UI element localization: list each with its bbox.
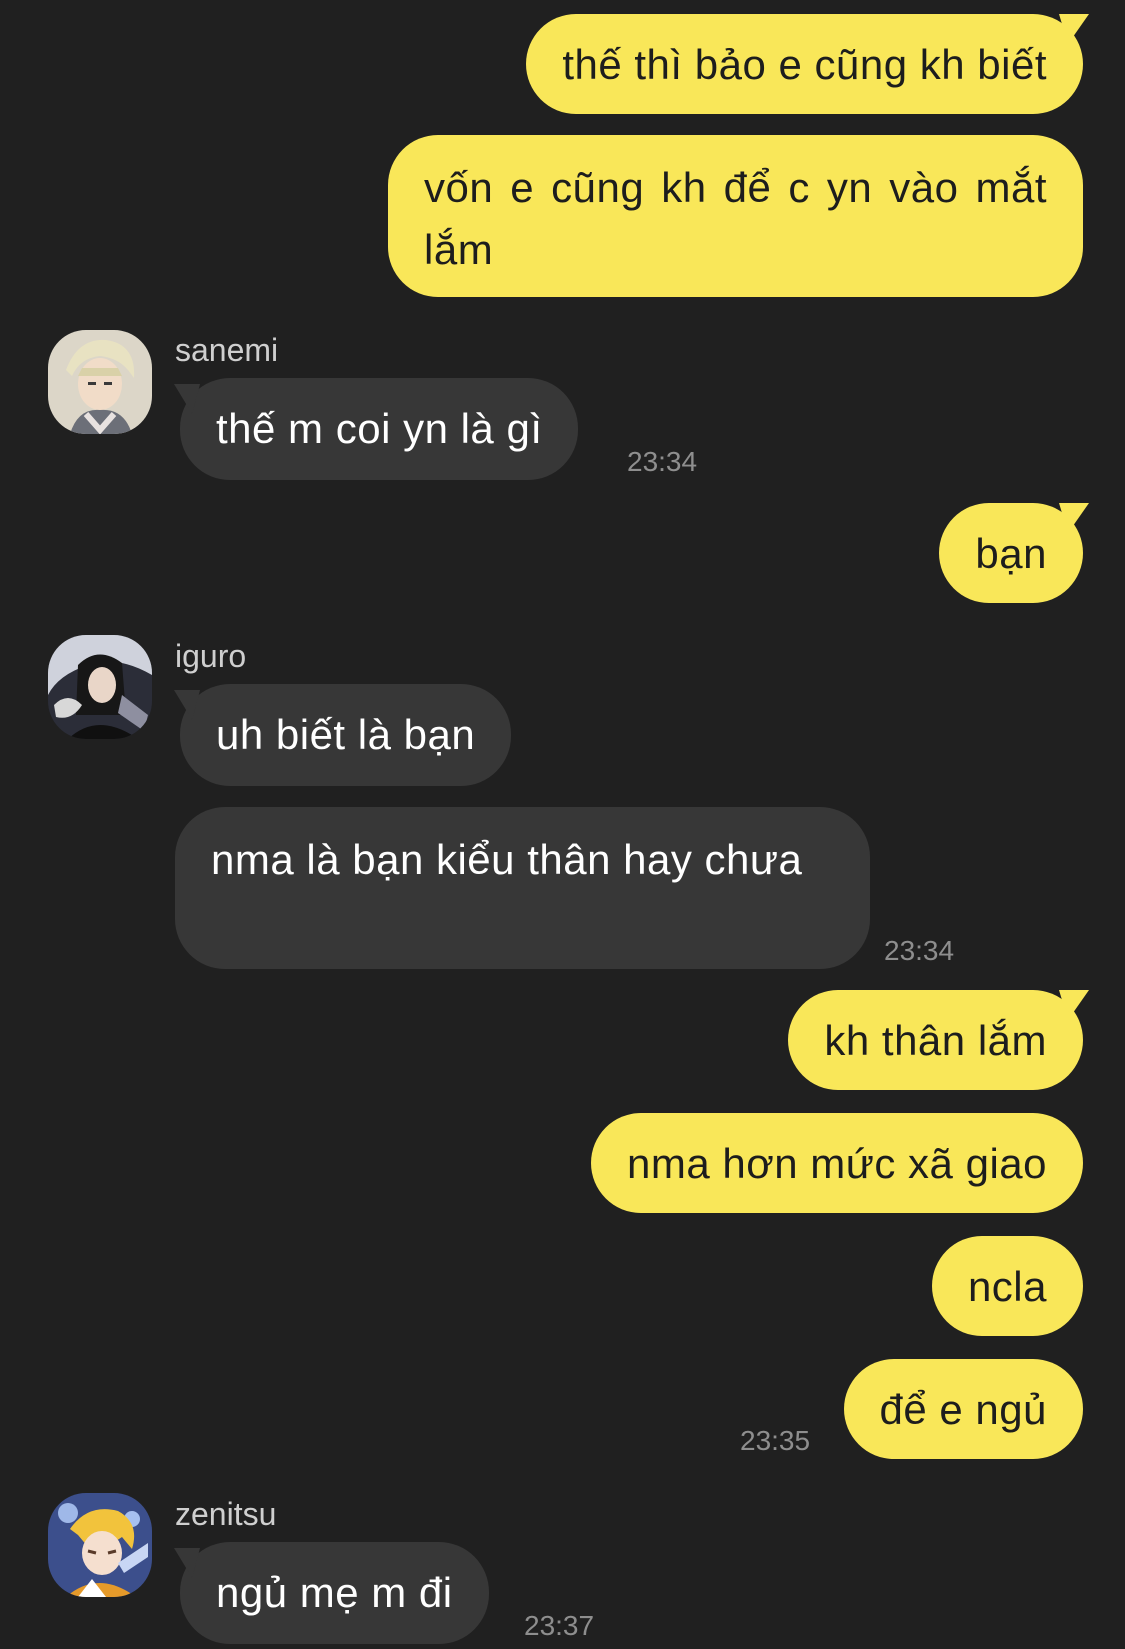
message-text: để e ngủ	[879, 1386, 1047, 1433]
incoming-message[interactable]: uh biết là bạn	[180, 684, 512, 786]
message-text: ncla	[967, 1263, 1047, 1310]
outgoing-message[interactable]: kh thân lắm	[788, 990, 1083, 1090]
incoming-message[interactable]: ngủ mẹ m đi	[180, 1542, 489, 1644]
sender-name: iguro	[175, 638, 247, 674]
outgoing-message[interactable]: bạn	[939, 503, 1083, 603]
message-text: kh thân lắm	[824, 1017, 1047, 1064]
anime-avatar-icon	[48, 635, 152, 739]
outgoing-message[interactable]: để e ngủ	[843, 1359, 1083, 1459]
outgoing-message[interactable]: vốn e cũng kh để c yn vào mắt lắm	[388, 135, 1083, 297]
avatar[interactable]	[48, 1493, 152, 1597]
sender-name: sanemi	[175, 332, 279, 368]
incoming-message[interactable]: thế m coi yn là gì	[180, 378, 579, 480]
avatar[interactable]	[48, 330, 152, 434]
anime-avatar-icon	[48, 330, 152, 434]
message-text: nma hơn mức xã giao	[626, 1140, 1047, 1187]
outgoing-message[interactable]: ncla	[931, 1236, 1083, 1336]
message-text: bạn	[975, 530, 1047, 577]
sender-name: zenitsu	[175, 1496, 277, 1532]
message-timestamp: 23:35	[740, 1425, 811, 1456]
message-text: vốn e cũng kh để c yn vào mắt lắm	[424, 164, 1047, 273]
outgoing-message[interactable]: thế thì bảo e cũng kh biết	[526, 14, 1083, 114]
anime-avatar-icon	[48, 1493, 152, 1597]
outgoing-message[interactable]: nma hơn mức xã giao	[590, 1113, 1083, 1213]
incoming-message[interactable]: nma là bạn kiểu thân hay chưa	[175, 807, 870, 969]
message-timestamp: 23:34	[627, 446, 698, 477]
avatar[interactable]	[48, 635, 152, 739]
message-text: nma là bạn kiểu thân hay chưa	[211, 836, 803, 883]
message-text: ngủ mẹ m đi	[216, 1569, 453, 1616]
message-timestamp: 23:34	[884, 935, 955, 966]
message-text: thế m coi yn là gì	[216, 405, 543, 452]
message-timestamp: 23:37	[524, 1610, 595, 1641]
message-text: thế thì bảo e cũng kh biết	[562, 41, 1047, 88]
message-text: uh biết là bạn	[216, 711, 476, 758]
